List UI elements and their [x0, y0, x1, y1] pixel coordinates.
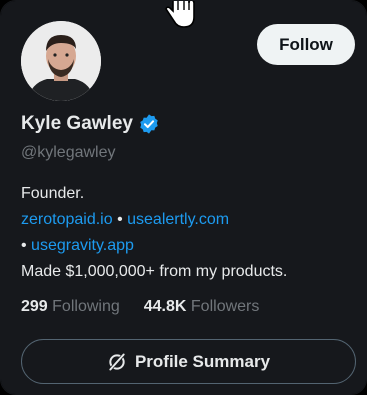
avatar-photo — [21, 21, 101, 101]
user-handle[interactable]: @kylegawley — [21, 144, 116, 162]
name-row: Kyle Gawley — [21, 113, 160, 135]
verified-badge-icon[interactable] — [138, 113, 160, 135]
bio-link-usegravity[interactable]: usegravity.app — [31, 237, 134, 254]
display-name[interactable]: Kyle Gawley — [21, 113, 133, 135]
following-label: Following — [52, 298, 120, 315]
followers-label: Followers — [190, 298, 260, 315]
follow-stats: 299 Following 44.8K Followers — [21, 298, 259, 316]
bio-line-1: Founder. — [21, 185, 85, 202]
following-stat[interactable]: 299 Following — [21, 298, 120, 316]
bio-line-4: Made $1,000,000+ from my products. — [21, 263, 288, 280]
bio-line-3: • usegravity.app — [21, 233, 351, 259]
bio: Founder. zerotopaid.io • usealertly.com … — [21, 181, 351, 285]
bio-link-usealertly[interactable]: usealertly.com — [127, 211, 229, 228]
profile-hover-card: Follow Kyle Gawley @kylegawley Founder. … — [0, 0, 367, 395]
followers-stat[interactable]: 44.8K Followers — [144, 298, 260, 316]
bio-line-2: zerotopaid.io • usealertly.com — [21, 207, 351, 233]
avatar[interactable] — [21, 21, 101, 101]
follow-button[interactable]: Follow — [257, 24, 355, 65]
bio-separator: • — [112, 211, 128, 228]
followers-count: 44.8K — [143, 298, 187, 315]
following-count: 299 — [21, 298, 48, 315]
profile-summary-button[interactable]: Profile Summary — [21, 339, 356, 384]
profile-summary-label: Profile Summary — [134, 351, 271, 371]
bio-bullet: • — [21, 237, 32, 254]
bio-link-zerotopaid[interactable]: zerotopaid.io — [21, 211, 113, 228]
hand-cursor-icon — [165, 1, 195, 28]
grok-icon — [109, 352, 125, 371]
